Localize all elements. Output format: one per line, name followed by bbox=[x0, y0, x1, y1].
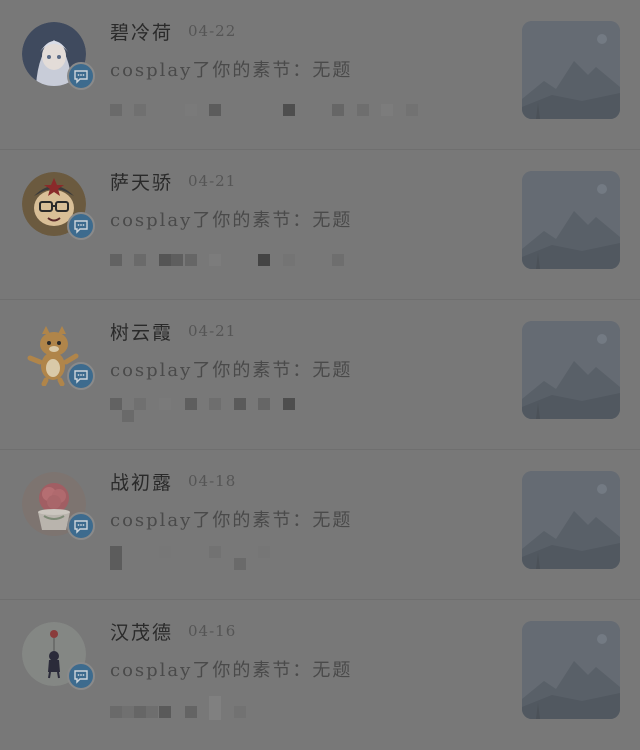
mountain-placeholder-icon[interactable] bbox=[522, 321, 620, 419]
notification-row[interactable]: 汉茂德 04-16 cosplay了你的素节：无题 bbox=[0, 600, 640, 750]
user-name[interactable]: 战初露 bbox=[110, 468, 173, 495]
pixelated-text bbox=[110, 696, 430, 720]
comment-bubble-icon bbox=[67, 212, 95, 240]
user-name[interactable]: 汉茂德 bbox=[110, 618, 173, 645]
notification-list: 碧冷荷 04-22 cosplay了你的素节：无题 萨天骄 04-21 cosp… bbox=[0, 0, 640, 750]
notification-date: 04-18 bbox=[188, 472, 237, 490]
pixelated-text bbox=[110, 546, 430, 570]
notification-message: cosplay了你的素节：无题 bbox=[110, 510, 353, 531]
mountain-placeholder-icon[interactable] bbox=[522, 471, 620, 569]
notification-message: cosplay了你的素节：无题 bbox=[110, 210, 353, 231]
user-name[interactable]: 碧冷荷 bbox=[110, 18, 173, 45]
comment-bubble-icon bbox=[67, 512, 95, 540]
notification-message: cosplay了你的素节：无题 bbox=[110, 360, 353, 381]
pixelated-text bbox=[110, 96, 430, 120]
notification-row[interactable]: 树云霞 04-21 cosplay了你的素节：无题 bbox=[0, 300, 640, 450]
notification-message: cosplay了你的素节：无题 bbox=[110, 660, 353, 681]
comment-bubble-icon bbox=[67, 62, 95, 90]
notification-date: 04-21 bbox=[188, 172, 237, 190]
notification-screen: 碧冷荷 04-22 cosplay了你的素节：无题 萨天骄 04-21 cosp… bbox=[0, 0, 640, 750]
comment-bubble-icon bbox=[67, 362, 95, 390]
notification-row[interactable]: 战初露 04-18 cosplay了你的素节：无题 bbox=[0, 450, 640, 600]
mountain-placeholder-icon[interactable] bbox=[522, 621, 620, 719]
pixelated-text bbox=[110, 246, 430, 270]
comment-bubble-icon bbox=[67, 662, 95, 690]
user-name[interactable]: 树云霞 bbox=[110, 318, 173, 345]
notification-date: 04-16 bbox=[188, 622, 237, 640]
pixelated-text bbox=[110, 396, 430, 422]
user-name[interactable]: 萨天骄 bbox=[110, 168, 173, 195]
notification-message: cosplay了你的素节：无题 bbox=[110, 60, 353, 81]
mountain-placeholder-icon[interactable] bbox=[522, 171, 620, 269]
notification-row[interactable]: 碧冷荷 04-22 cosplay了你的素节：无题 bbox=[0, 0, 640, 150]
mountain-placeholder-icon[interactable] bbox=[522, 21, 620, 119]
notification-date: 04-21 bbox=[188, 322, 237, 340]
notification-row[interactable]: 萨天骄 04-21 cosplay了你的素节：无题 bbox=[0, 150, 640, 300]
notification-date: 04-22 bbox=[188, 22, 237, 40]
